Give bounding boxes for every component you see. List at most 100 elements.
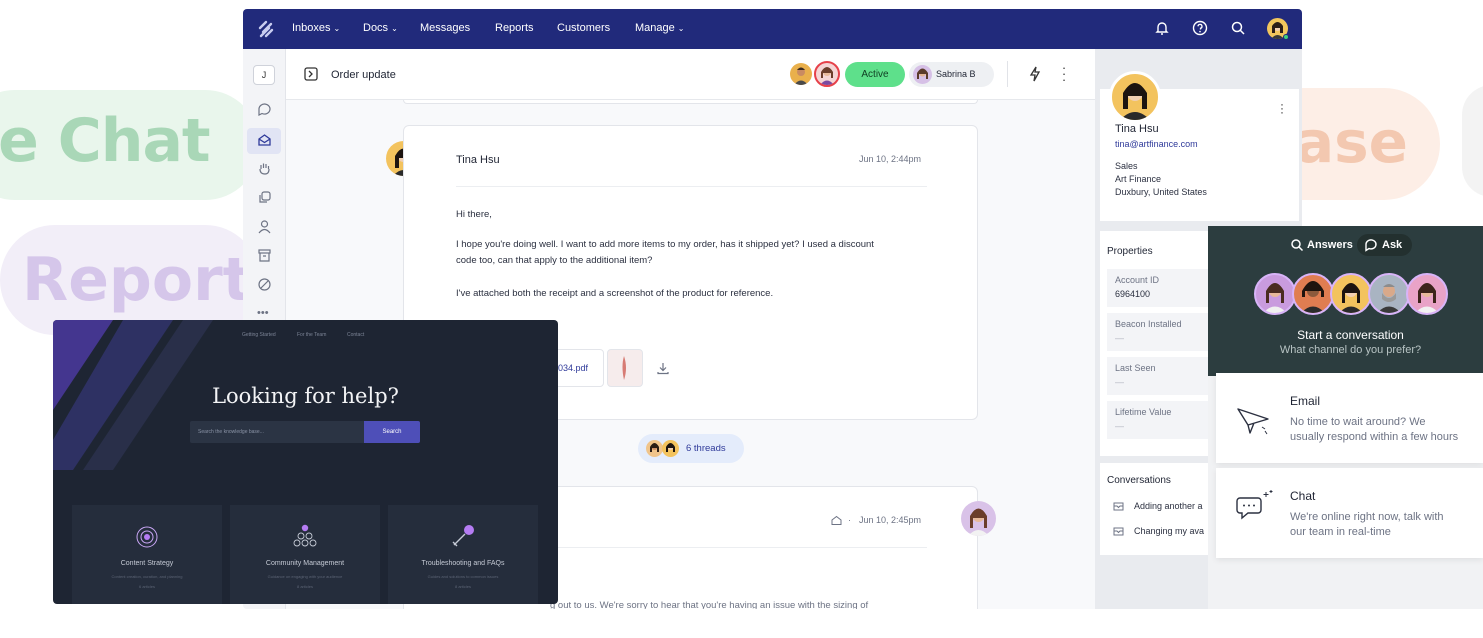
hc-tile-desc: Guides and solutions to common issues (427, 574, 499, 579)
hc-tile-desc: Guidance on engaging with your audience (267, 574, 343, 579)
knowledge-base-text: ase (1295, 108, 1408, 176)
block-icon[interactable] (257, 277, 272, 292)
message-greeting: Hi there, (456, 209, 492, 220)
hc-tile-title: Community Management (265, 560, 345, 567)
chat-bubble-icon[interactable] (257, 102, 272, 117)
previous-message-edge (403, 100, 978, 104)
assignee-button[interactable]: Sabrina B (909, 62, 994, 87)
envelope-icon (1113, 527, 1124, 536)
people-cluster-icon (293, 524, 317, 547)
target-icon (136, 526, 158, 548)
chevron-down-icon: ⌄ (333, 24, 341, 33)
inbox-icon[interactable] (257, 133, 272, 148)
hc-category-tile[interactable]: Content Strategy Content creation, curat… (72, 505, 222, 604)
sidebar-toggle-icon[interactable] (304, 67, 318, 81)
nav-messages[interactable]: Messages (420, 22, 470, 34)
beacon-tab-ask[interactable]: Ask (1357, 234, 1412, 256)
message-author: Tina Hsu (456, 154, 500, 166)
more-vertical-icon[interactable]: · · · (1280, 98, 1284, 118)
chat-option-desc: We're online right now, talk with (1290, 511, 1444, 523)
header-divider (1007, 61, 1008, 87)
search-icon (1291, 239, 1304, 252)
team-avatar (1292, 273, 1334, 315)
reply-timestamp: Jun 10, 2:45pm (859, 515, 922, 525)
property-label: Account ID (1115, 275, 1160, 285)
top-navigation: Inboxes ⌄ Docs ⌄ Messages Reports Customer… (243, 9, 1302, 49)
conversation-header: Order update Active Sabrina B · · · (286, 49, 1095, 100)
property-label: Last Seen (1115, 363, 1156, 373)
nav-inboxes[interactable]: Inboxes ⌄ (292, 22, 340, 34)
team-avatar (1254, 273, 1296, 315)
beacon-chat-option[interactable]: Chat We're online right now, talk with o… (1216, 468, 1483, 558)
threads-pill[interactable]: 6 threads (638, 434, 744, 463)
message-body-line: code too, can that apply to the addition… (456, 255, 653, 266)
more-vertical-icon[interactable]: · · · (1061, 61, 1067, 86)
help-icon[interactable] (1191, 19, 1209, 37)
beacon-tab-answers[interactable]: Answers (1284, 235, 1354, 255)
customer-email[interactable]: tina@artfinance.com (1115, 139, 1198, 149)
nav-reports[interactable]: Reports (495, 22, 534, 34)
logo-icon[interactable] (257, 20, 275, 38)
team-avatar (1406, 273, 1448, 315)
hc-nav-contact[interactable]: Contact (347, 332, 364, 338)
hc-category-tile[interactable]: Troubleshooting and FAQs Guides and solu… (388, 505, 538, 604)
customer-location: Duxbury, United States (1115, 187, 1207, 197)
thread-avatar (662, 440, 679, 457)
assignee-name: Sabrina B (936, 69, 976, 79)
reply-partial-text: g out to us. We're sorry to hear that yo… (550, 600, 869, 609)
message-body-line: I've attached both the receipt and a scr… (456, 288, 774, 299)
agent-avatar[interactable] (790, 63, 812, 85)
nav-manage[interactable]: Manage ⌄ (635, 22, 684, 34)
customer-profile-avatar (1109, 71, 1161, 123)
threads-count: 6 threads (686, 443, 726, 454)
conversation-subject: Adding another a (1134, 501, 1203, 511)
help-center-preview: Getting Started For the Team Contact Loo… (53, 320, 558, 604)
wrench-icon (452, 525, 474, 547)
hc-search-button[interactable]: Search (364, 421, 420, 443)
hc-tile-count: 6 articles (138, 584, 155, 589)
person-icon[interactable] (257, 219, 272, 234)
beacon-start-title: Start a conversation (1297, 328, 1404, 342)
hc-nav-getting-started[interactable]: Getting Started (242, 332, 276, 338)
property-value: — (1115, 377, 1124, 387)
property-label: Lifetime Value (1115, 407, 1172, 417)
status-active-button[interactable]: Active (845, 62, 905, 87)
hc-tile-title: Content Strategy (120, 560, 174, 567)
more-icon[interactable]: ••• (257, 307, 269, 319)
email-option-desc: No time to wait around? We (1290, 416, 1426, 428)
property-label: Beacon Installed (1115, 319, 1182, 329)
thread-avatar (646, 440, 663, 457)
attachment-image-thumbnail[interactable] (607, 349, 643, 387)
nav-docs[interactable]: Docs ⌄ (363, 22, 398, 34)
chat-icon (1236, 490, 1273, 520)
copy-icon[interactable] (257, 190, 272, 205)
download-icon[interactable] (656, 361, 670, 375)
nav-docs-label: Docs (363, 22, 389, 34)
team-avatar (1330, 273, 1372, 315)
nav-customers[interactable]: Customers (557, 22, 610, 34)
reports-pill: Report (0, 225, 260, 335)
live-chat-text: ve Chat (0, 106, 211, 176)
beacon-question: What channel do you prefer? (1279, 344, 1422, 356)
hc-tile-title: Troubleshooting and FAQs (421, 560, 505, 567)
reports-text: Report (22, 245, 252, 315)
archive-icon[interactable] (257, 248, 272, 263)
hc-title: Looking for help? (212, 384, 399, 408)
workflow-bolt-icon[interactable] (1029, 66, 1041, 82)
search-icon[interactable] (1229, 19, 1247, 37)
bell-icon[interactable] (1153, 19, 1171, 37)
hc-nav-for-the-team[interactable]: For the Team (297, 332, 326, 338)
hc-search-input[interactable]: Search the knowledge base... (190, 421, 364, 443)
chevron-down-icon: ⌄ (391, 24, 398, 33)
customer-company: Art Finance (1115, 174, 1162, 184)
property-value: — (1115, 333, 1124, 343)
hand-icon[interactable] (257, 161, 272, 176)
conversation-subject: Changing my ava (1134, 526, 1205, 536)
hc-category-tile[interactable]: Community Management Guidance on engagin… (230, 505, 380, 604)
viewer-avatar[interactable] (814, 61, 840, 87)
beacon-header: Answers Ask Start a conversation What ch… (1208, 226, 1483, 376)
workspace-switcher[interactable]: J (253, 65, 275, 85)
right-pill (1462, 85, 1483, 197)
live-chat-pill: ve Chat (0, 90, 260, 200)
beacon-email-option[interactable]: Email No time to wait around? We usually… (1216, 373, 1483, 463)
